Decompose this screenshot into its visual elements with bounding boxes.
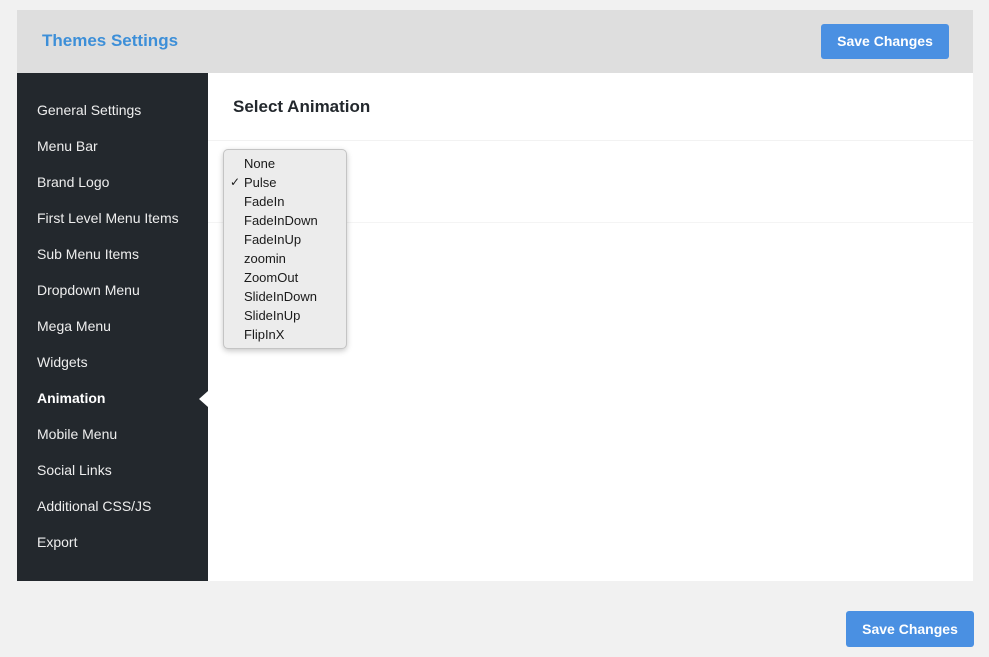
sidebar-item-additional-css-js[interactable]: Additional CSS/JS [17,488,208,524]
sidebar-item-sub-menu-items[interactable]: Sub Menu Items [17,236,208,272]
option-label: SlideInUp [244,308,301,323]
sidebar-item-widgets[interactable]: Widgets [17,344,208,380]
sidebar-item-dropdown-menu[interactable]: Dropdown Menu [17,272,208,308]
sidebar-item-mobile-menu[interactable]: Mobile Menu [17,416,208,452]
sidebar-item-menu-bar[interactable]: Menu Bar [17,128,208,164]
dropdown-option-slideindown[interactable]: SlideInDown [224,287,346,306]
divider [208,140,973,141]
option-label: SlideInDown [244,289,317,304]
option-label: ZoomOut [244,270,299,285]
option-label: zoomin [244,251,286,266]
dropdown-option-zoomin[interactable]: zoomin [224,249,346,268]
dropdown-option-none[interactable]: None [224,154,346,173]
main-content: Select Animation None ✓ Pulse FadeIn Fade… [208,73,973,581]
page-title: Themes Settings [42,31,179,50]
option-label: FadeIn [244,194,285,209]
dropdown-option-fadein[interactable]: FadeIn [224,192,346,211]
sidebar-item-first-level-menu-items[interactable]: First Level Menu Items [17,200,208,236]
checkmark-icon: ✓ [230,175,241,189]
sidebar-item-social-links[interactable]: Social Links [17,452,208,488]
header-bar: Themes Settings Save Changes [17,10,973,73]
save-changes-button-top[interactable]: Save Changes [821,24,949,59]
dropdown-option-flipinx[interactable]: FlipInX [224,325,346,344]
option-label: FadeInDown [244,213,318,228]
settings-panel: Themes Settings Save Changes General Set… [17,10,973,581]
sidebar-item-animation[interactable]: Animation [17,380,208,416]
sidebar-item-mega-menu[interactable]: Mega Menu [17,308,208,344]
sidebar-item-general-settings[interactable]: General Settings [17,92,208,128]
dropdown-option-fadeindown[interactable]: FadeInDown [224,211,346,230]
dropdown-option-slideinup[interactable]: SlideInUp [224,306,346,325]
dropdown-option-fadeinup[interactable]: FadeInUp [224,230,346,249]
option-label: Pulse [244,175,277,190]
sidebar-item-brand-logo[interactable]: Brand Logo [17,164,208,200]
option-label: None [244,156,276,171]
animation-select-dropdown[interactable]: None ✓ Pulse FadeIn FadeInDown FadeInUp z… [223,149,347,349]
section-title: Select Animation [233,97,371,116]
option-label: FadeInUp [244,232,302,247]
save-changes-button-bottom[interactable]: Save Changes [846,611,974,647]
sidebar-item-export[interactable]: Export [17,524,208,560]
option-label: FlipInX [244,327,285,342]
dropdown-option-pulse[interactable]: ✓ Pulse [224,173,346,192]
sidebar-nav: General Settings Menu Bar Brand Logo Fir… [17,73,208,581]
dropdown-option-zoomout[interactable]: ZoomOut [224,268,346,287]
